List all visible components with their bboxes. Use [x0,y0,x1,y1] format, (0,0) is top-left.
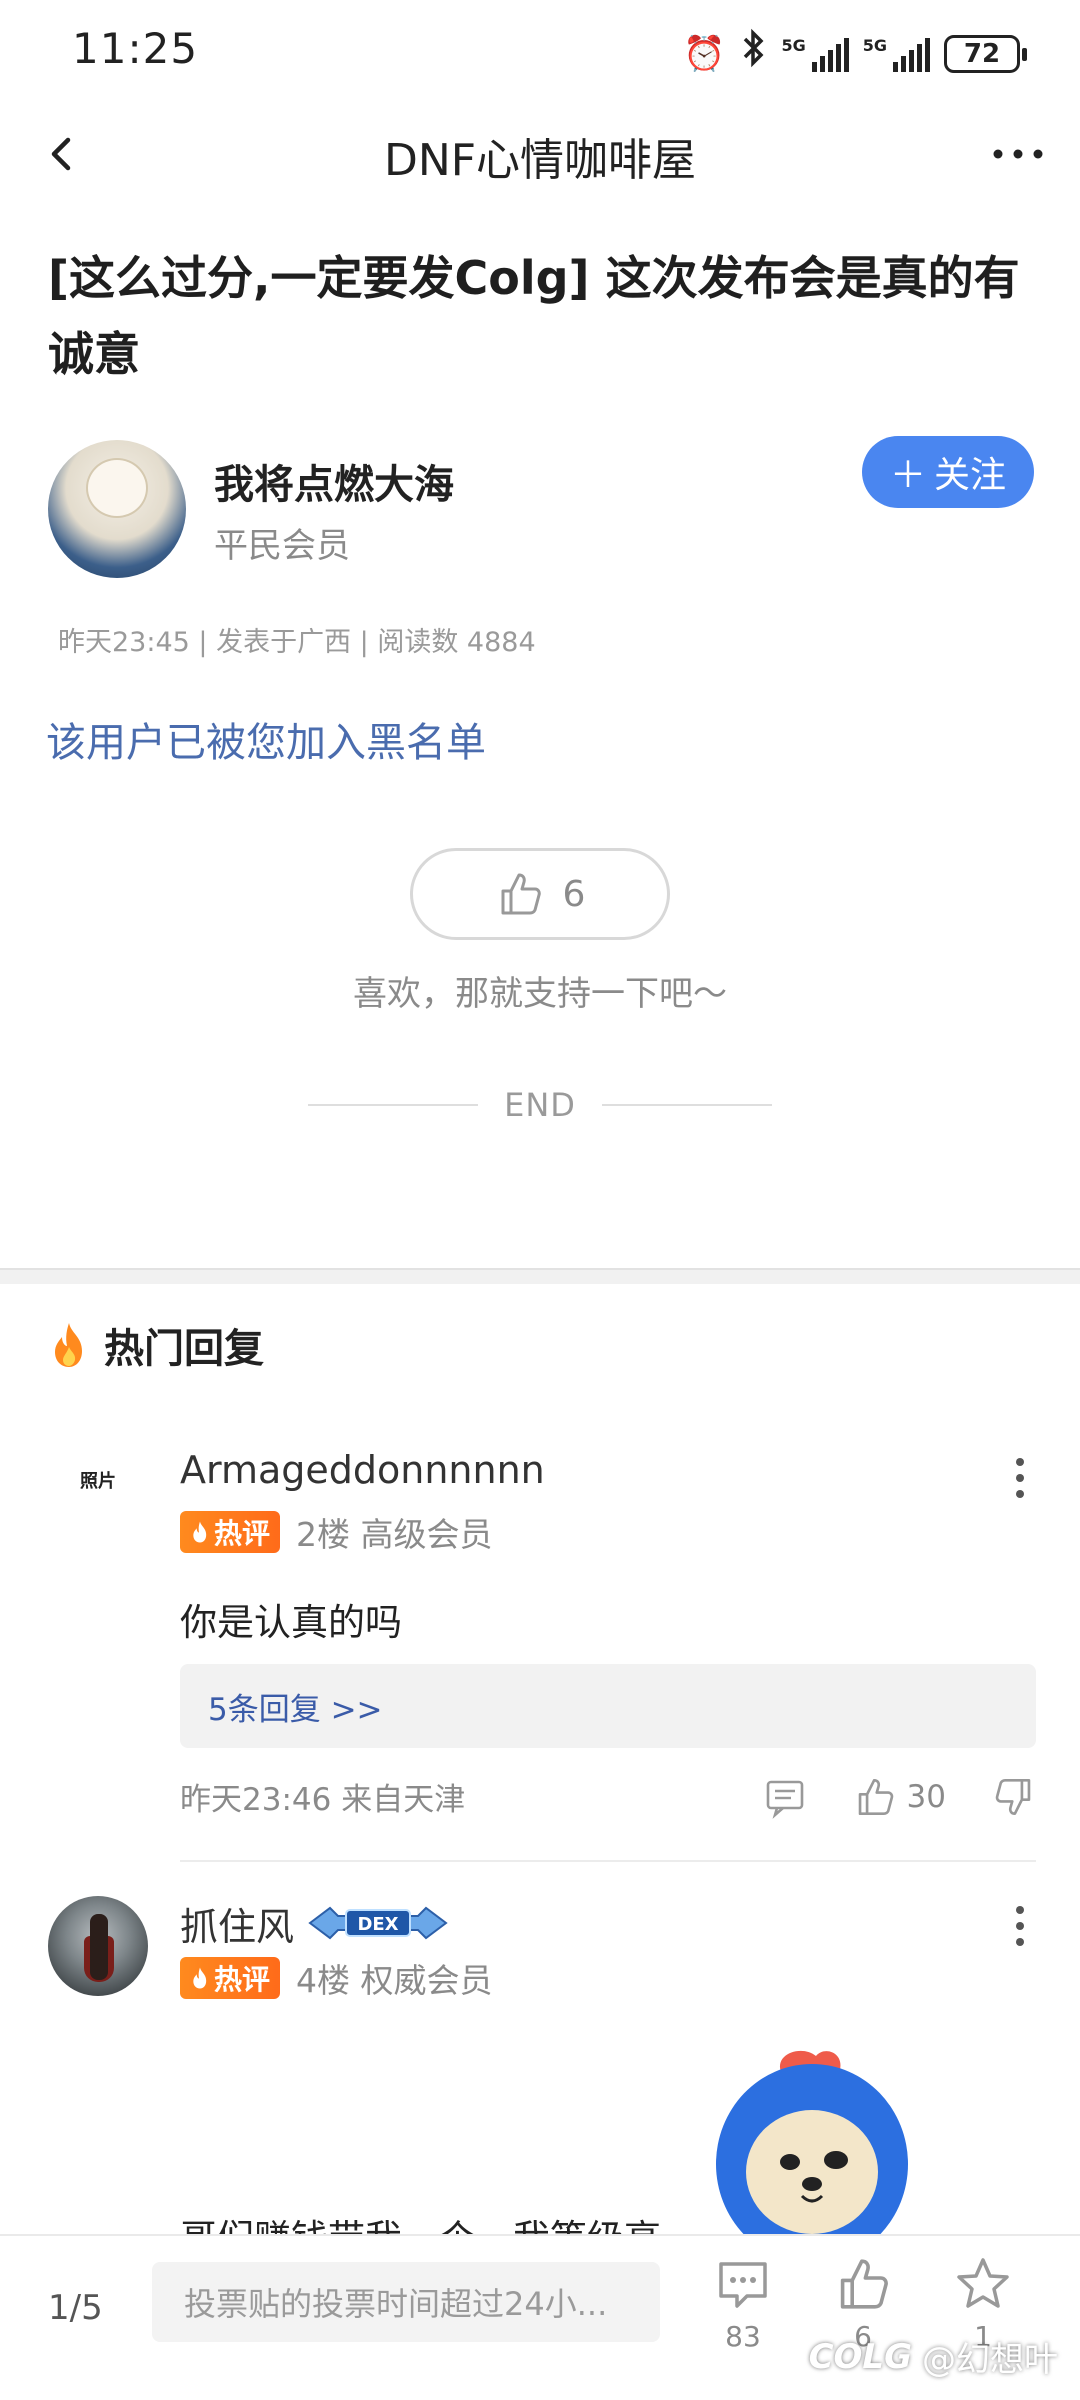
reply-more-button[interactable] [1000,1448,1040,1508]
reply-like-count: 30 [906,1778,946,1815]
reply-comment-button[interactable] [763,1775,807,1819]
like-hint: 喜欢，那就支持一下吧～ [353,974,727,1014]
hot-comment-badge: 热评 [180,1957,281,1999]
author-avatar[interactable] [48,440,186,578]
battery-icon: 72 [944,34,1027,73]
post-title: [这么过分,一定要发Colg] 这次发布会是真的有诚意 [48,251,1020,381]
reply-content: 你是认真的吗 [180,1601,402,1644]
thumbs-up-icon [840,2259,888,2309]
avatar-text: 照片 [80,1471,116,1492]
thumbs-up-icon [858,1778,893,1815]
reply-username[interactable]: Armageddonnnnnn [180,1448,545,1492]
reply-avatar[interactable]: 照片 [48,1430,148,1530]
sub-replies-link[interactable]: 5条回复 >> [180,1664,1036,1748]
hot-replies-title: 热门回复 [104,1326,264,1372]
avatar-figure [90,1914,108,1980]
reply-username[interactable]: 抓住风 [180,1896,294,1951]
floor-level: 4楼 权威会员 [296,1961,493,2000]
comment-icon [719,2262,767,2308]
reply-time: 昨天23:46 来自天津 [180,1782,466,1818]
post-like-count: 6 [562,873,586,915]
top-nav: DNF心情咖啡屋 [0,110,1080,200]
comment-input[interactable]: 投票贴的投票时间超过24小... [152,2262,660,2342]
reply-badge-row: 热评 4楼 权威会员 [180,1954,493,2002]
rank-badge-icon: DEX [308,1906,448,1940]
watermark: COLG @幻想叶 [809,2332,1058,2381]
reply-avatar[interactable] [48,1896,148,1996]
follow-button[interactable]: ＋ 关注 [862,436,1034,508]
reply-badge-row: 热评 2楼 高级会员 [180,1508,493,1556]
status-bar: 11:25 ⏰ 5G 5G 72 [0,0,1080,100]
signal-icon-2: 5G [863,36,930,72]
author-level: 平民会员 [214,526,350,566]
author-name[interactable]: 我将点燃大海 [214,452,454,510]
section-divider [0,1268,1080,1284]
comment-count: 83 [725,2320,761,2353]
signal-icon-1: 5G [781,35,849,72]
floor-level: 2楼 高级会员 [296,1515,493,1554]
battery-level: 72 [963,38,1001,69]
alarm-icon: ⏰ [683,33,726,74]
badge-fire-icon [193,1521,207,1543]
end-line-right [601,1104,772,1106]
thumbs-down-icon [995,1778,1031,1815]
bottom-action-bar: 1/5 投票贴的投票时间超过24小... 83 6 1 COLG @幻想叶 [0,2234,1080,2400]
bluetooth-icon [739,28,767,79]
more-horizontal-icon [993,149,1043,159]
mascot-sticker [716,2050,908,2264]
avatar-face [86,458,148,518]
network-label-2: 5G [862,35,887,55]
end-line-left [308,1104,479,1106]
page-indicator[interactable]: 1/5 [48,2288,103,2328]
watermark-logo: COLG [808,2336,912,2377]
blacklist-note: 该用户已被您加入黑名单 [46,720,486,766]
reply-like-button[interactable]: 30 [853,1775,946,1819]
status-icons: ⏰ 5G 5G 72 [683,28,1027,79]
end-label: END [504,1086,576,1124]
post-like-button[interactable]: 6 [410,848,670,940]
comment-icon [766,1780,803,1819]
hot-comment-badge: 热评 [180,1511,281,1553]
badge-fire-icon [193,1967,207,1989]
thumbs-up-icon [501,873,541,915]
post-meta: 昨天23:45 | 发表于广西 | 阅读数 4884 [58,627,536,658]
hot-badge-label: 热评 [214,1963,271,1996]
plus-icon: ＋ [889,455,926,496]
hot-replies-header: 热门回复 [48,1316,264,1374]
forum-title: DNF心情咖啡屋 [383,135,697,186]
reply-more-button[interactable] [1000,1896,1040,1956]
end-marker: END [0,1086,1080,1124]
rank-badge-label: DEX [357,1914,398,1935]
hot-badge-label: 热评 [214,1517,271,1550]
more-options-button[interactable] [986,126,1050,182]
comments-button[interactable]: 83 [698,2254,788,2353]
watermark-user: @幻想叶 [922,2340,1058,2380]
network-label-1: 5G [781,35,806,55]
reply-footer: 昨天23:46 来自天津 30 [180,1774,1036,1819]
status-time: 11:25 [72,24,199,73]
fire-icon [55,1323,82,1367]
follow-label: 关注 [934,455,1007,496]
reply-dislike-button[interactable] [992,1775,1036,1819]
star-icon [957,2258,1009,2308]
reply-separator [180,1860,1036,1862]
